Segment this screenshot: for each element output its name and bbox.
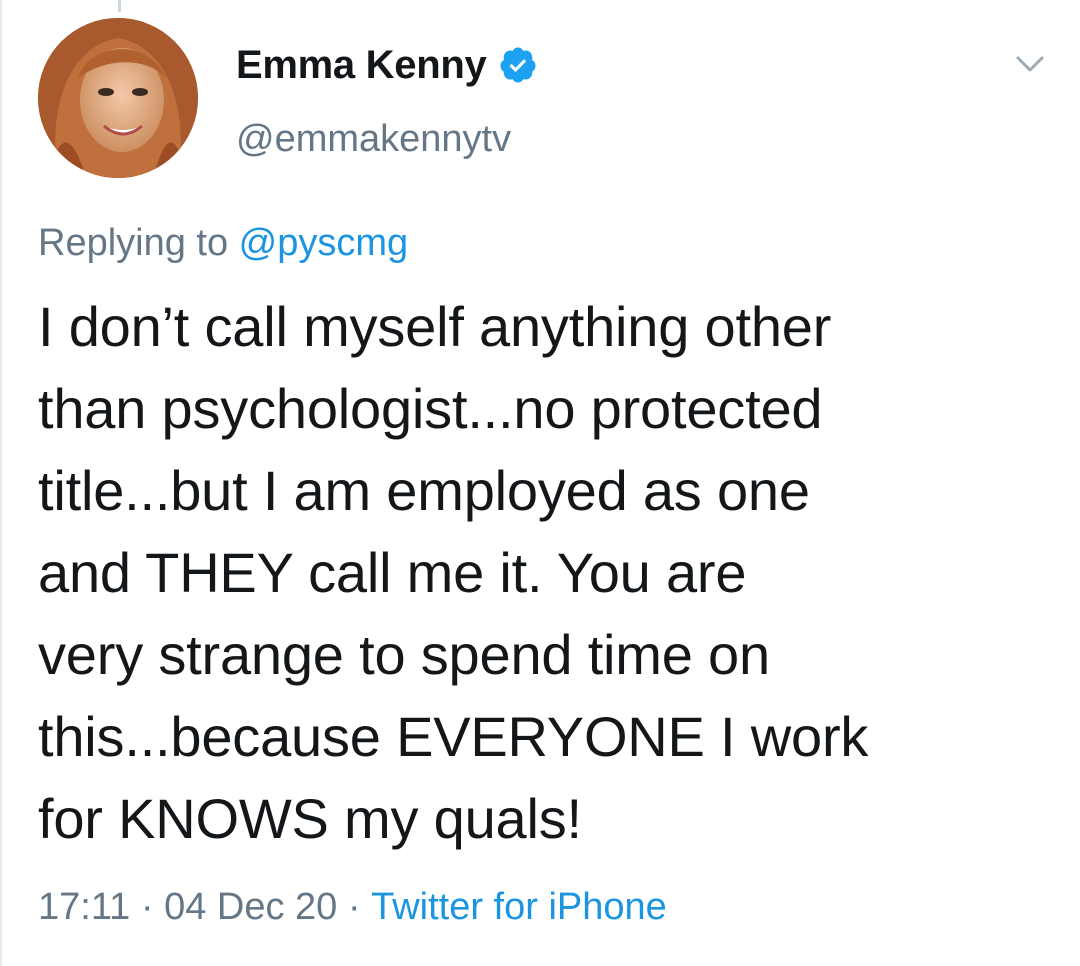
author-name-row: Emma Kenny: [236, 40, 538, 90]
author-handle[interactable]: @emmakennytv: [236, 118, 511, 161]
thread-connector: [118, 0, 121, 12]
left-border: [0, 0, 2, 966]
avatar[interactable]: [38, 18, 198, 178]
verified-badge-icon: [500, 47, 536, 83]
tweet-metadata: 17:11 · 04 Dec 20 · Twitter for iPhone: [38, 886, 667, 929]
replying-to-line: Replying to @pyscmg: [38, 222, 408, 265]
tweet-date[interactable]: 04 Dec 20: [164, 886, 337, 929]
chevron-down-icon[interactable]: [1012, 46, 1048, 82]
avatar-image: [38, 18, 198, 178]
tweet-source-link[interactable]: Twitter for iPhone: [371, 886, 667, 929]
reply-mention-link[interactable]: @pyscmg: [239, 222, 409, 264]
display-name[interactable]: Emma Kenny: [236, 43, 487, 88]
tweet-body: I don’t call myself anything other than …: [38, 295, 869, 850]
meta-separator: ·: [337, 886, 372, 928]
replying-to-label: Replying to: [38, 222, 239, 264]
meta-separator: ·: [130, 886, 165, 928]
tweet-time[interactable]: 17:11: [38, 886, 130, 929]
